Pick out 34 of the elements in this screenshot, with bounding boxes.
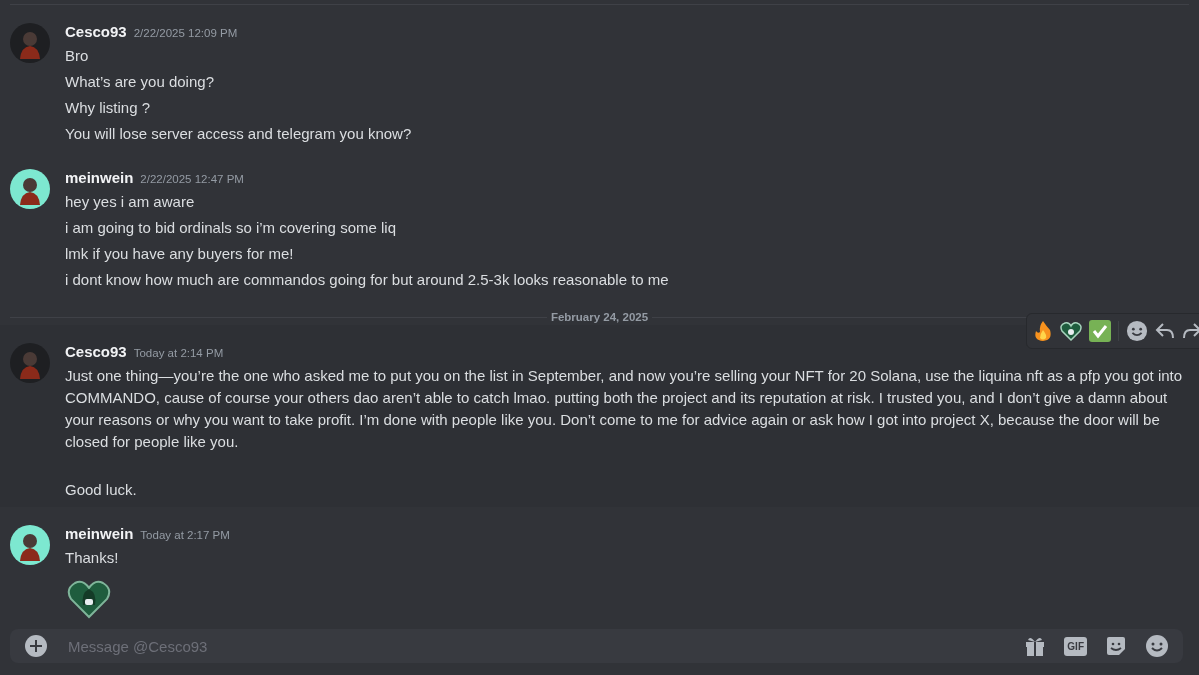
message-text: Good luck. [65,480,138,500]
avatar-icon[interactable] [10,169,50,209]
timestamp: 2/22/2025 12:47 PM [140,173,244,185]
forward-icon[interactable] [1182,321,1199,341]
timestamp: Today at 2:14 PM [133,347,224,359]
message-field[interactable]: Message @Cesco93 GIF [10,629,1183,663]
message-text: Thanks! [65,548,120,568]
message-text: You will lose server access and telegram you know? [65,124,413,144]
checkmark-icon[interactable] [1089,320,1111,342]
fire-icon[interactable] [1033,320,1053,342]
message-text: Bro [65,46,90,66]
heart-icon[interactable] [1060,321,1082,341]
timestamp: Today at 2:17 PM [140,529,230,541]
sticker-icon[interactable] [1105,635,1127,657]
username[interactable]: meinwein [65,169,134,186]
message-text: i dont know how much are commandos going for but around 2.5-3k looks reasonable to me [65,270,670,290]
gift-icon[interactable] [1024,635,1047,657]
add-reaction-icon[interactable] [1126,320,1148,342]
message-text: What’s are you doing? [65,72,215,92]
date-divider: February 24, 2025 [550,311,649,323]
emoji-icon[interactable] [1145,634,1169,658]
message-text: hey yes i am aware [65,192,196,212]
message-text: Just one thing—you’re the one who asked me to put you on the list in September, and now you’re selling your NFT for 20 Solana, use the liquina nft as a pfp you got into COMMANDO, cause of course your others dao aren’t able to catch lmao. putting both the project and its reputation at risk. I trusted you, and I don’t give a damn about your reasons or why you want to take profit. I’m done with people like you. Don’t come to me for advice again or ask how I got into project X, because the door will be closed for people like you. [65,366,1184,452]
username[interactable]: Cesco93 [65,343,127,360]
reply-icon[interactable] [1155,321,1175,341]
timestamp: 2/22/2025 12:09 PM [133,27,238,39]
username[interactable]: meinwein [65,525,134,542]
message-text: i am going to bid ordinals so i’m covering some liq [65,218,397,238]
avatar-icon[interactable] [10,525,50,565]
message-text: lmk if you have any buyers for me! [65,244,295,264]
plus-icon[interactable] [24,634,48,658]
gif-button[interactable]: GIF [1064,636,1087,656]
username[interactable]: Cesco93 [65,23,127,40]
message-text: Why listing ? [65,98,152,118]
